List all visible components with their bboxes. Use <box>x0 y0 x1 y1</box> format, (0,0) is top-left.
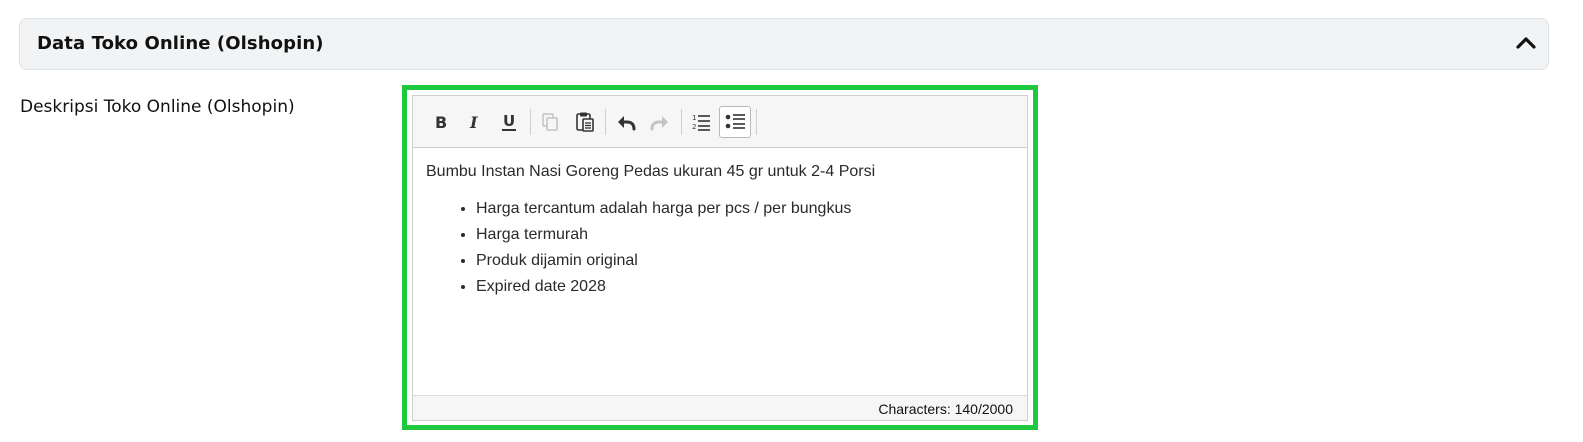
section-header[interactable]: Data Toko Online (Olshopin) <box>19 18 1549 70</box>
toolbar-separator <box>756 109 757 135</box>
underline-button[interactable]: U <box>493 106 525 138</box>
copy-icon <box>542 113 558 131</box>
bullet-list: Harga tercantum adalah harga per pcs / p… <box>426 196 1017 300</box>
toolbar-separator <box>605 109 606 135</box>
ordered-list-button[interactable]: 1 2 <box>685 106 717 138</box>
copy-button[interactable] <box>534 106 566 138</box>
italic-icon: I <box>469 113 478 131</box>
redo-button[interactable] <box>644 106 676 138</box>
toolbar-separator <box>530 109 531 135</box>
character-count: Characters: 140/2000 <box>878 401 1013 417</box>
undo-icon <box>618 116 636 131</box>
ordered-list-icon: 1 2 <box>692 114 710 131</box>
list-item: Harga termurah <box>476 222 1017 248</box>
svg-text:2: 2 <box>692 123 696 131</box>
svg-text:B: B <box>435 113 447 131</box>
bold-button[interactable]: B <box>424 106 456 138</box>
rich-text-editor[interactable]: B I U 1 2 Bumbu Instan Nasi Goreng Pedas… <box>412 95 1028 421</box>
list-item: Harga tercantum adalah harga per pcs / p… <box>476 196 1017 222</box>
unordered-list-button[interactable] <box>719 106 751 138</box>
bold-icon: B <box>435 113 447 131</box>
editor-statusbar: Characters: 140/2000 <box>413 395 1027 420</box>
content-paragraph: Bumbu Instan Nasi Goreng Pedas ukuran 45… <box>426 163 876 180</box>
paste-button[interactable] <box>569 106 601 138</box>
editor-toolbar: B I U 1 2 <box>413 96 1027 148</box>
unordered-list-icon <box>725 114 745 129</box>
undo-button[interactable] <box>610 106 642 138</box>
list-item: Produk dijamin original <box>476 248 1017 274</box>
chevron-up-icon[interactable] <box>1514 31 1538 55</box>
field-label: Deskripsi Toko Online (Olshopin) <box>20 97 295 117</box>
svg-text:I: I <box>469 113 478 131</box>
svg-text:U: U <box>503 112 515 130</box>
editor-content[interactable]: Bumbu Instan Nasi Goreng Pedas ukuran 45… <box>426 162 1017 300</box>
redo-icon <box>650 116 668 131</box>
paste-icon <box>576 112 594 132</box>
italic-button[interactable]: I <box>458 106 490 138</box>
toolbar-separator <box>681 109 682 135</box>
list-item: Expired date 2028 <box>476 274 1017 300</box>
section-title: Data Toko Online (Olshopin) <box>37 33 324 54</box>
underline-icon: U <box>502 112 516 131</box>
svg-text:1: 1 <box>692 114 696 122</box>
